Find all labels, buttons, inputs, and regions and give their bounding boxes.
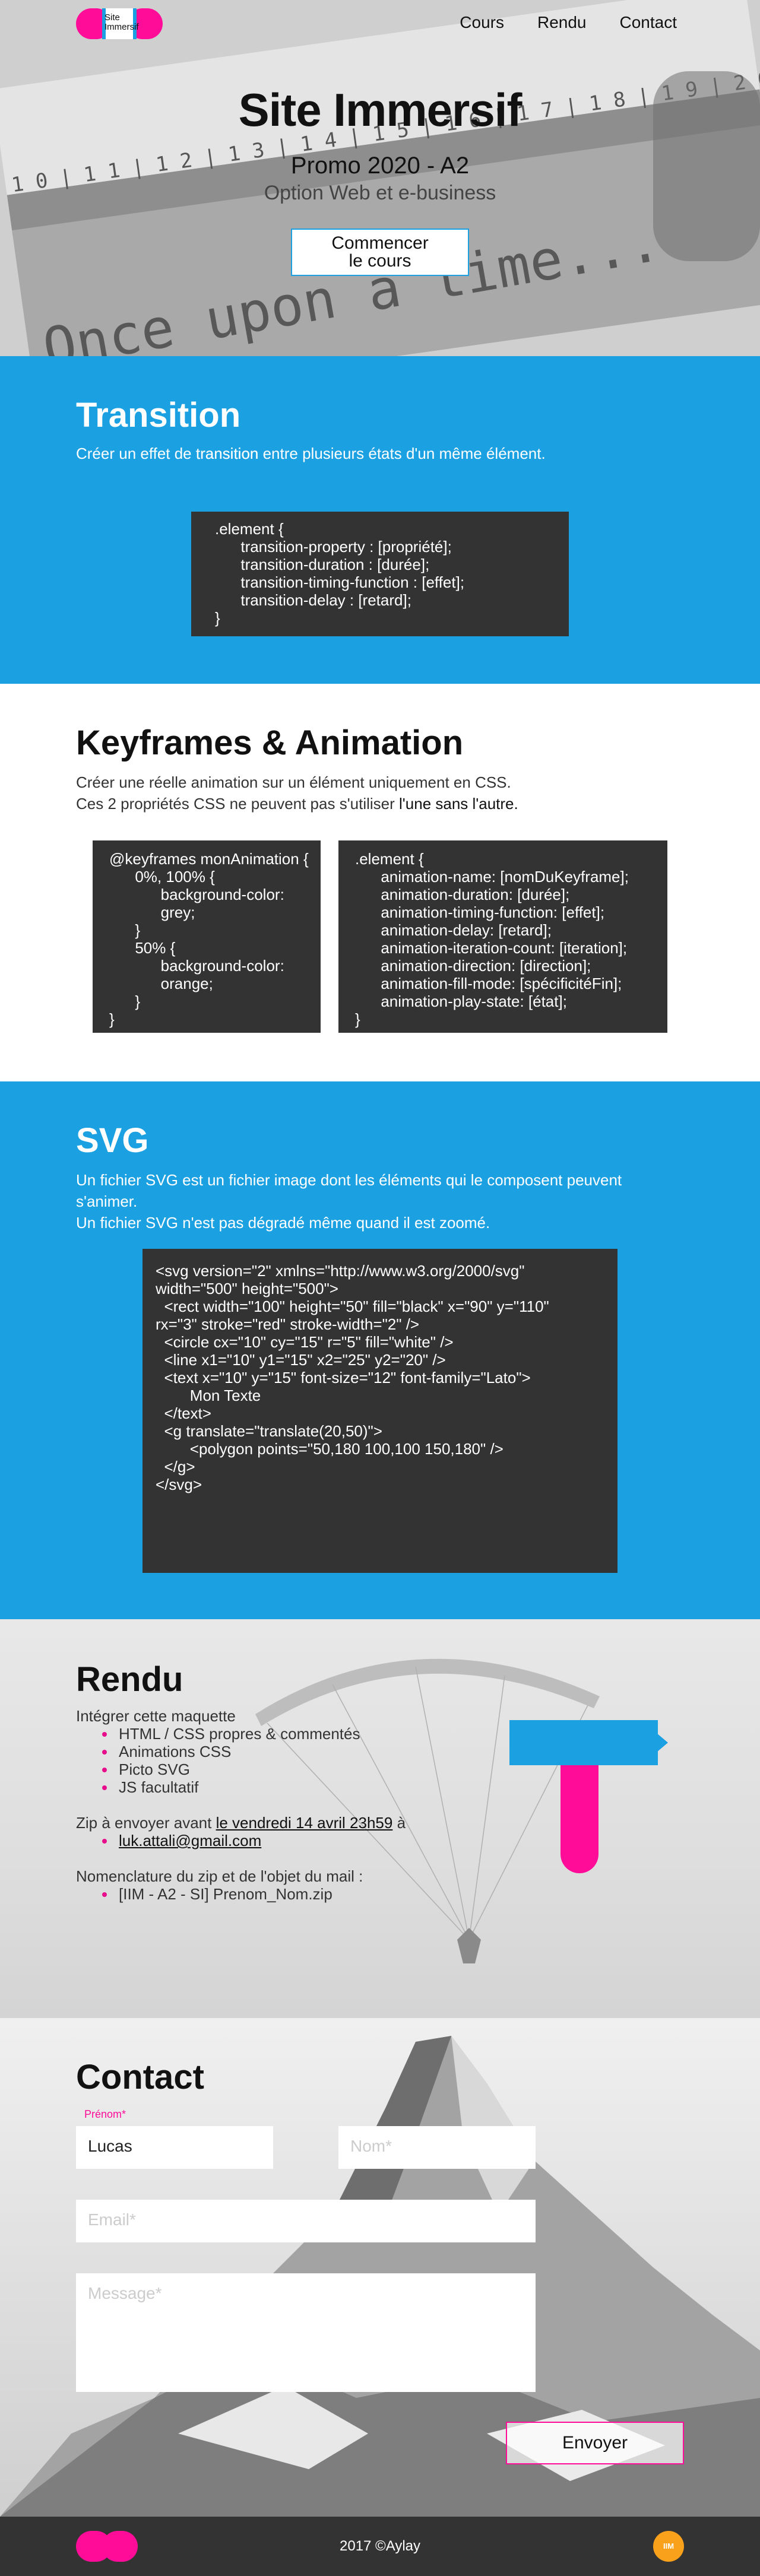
nav-menu: Cours Rendu Contact [460, 13, 677, 32]
footer: 2017 ©Aylay IIM [0, 2517, 760, 2576]
rendu-section: Rendu Intégrer cette maquette HTML / CSS… [0, 1619, 760, 2018]
keyframes-desc: Créer une réelle animation sur un élémen… [76, 773, 518, 813]
keyframes-section: Keyframes & Animation Créer une réelle a… [0, 684, 760, 1081]
top-nav: Site Immersif Cours Rendu Contact [0, 0, 760, 47]
message-field[interactable]: Message* [76, 2273, 536, 2392]
list-item: [IIM - A2 - SI] Prenom_Nom.zip [102, 1885, 406, 1903]
prenom-label: Prénom* [84, 2108, 126, 2120]
nav-item-contact[interactable]: Contact [620, 13, 677, 32]
hero-option: Option Web et e-business [264, 182, 496, 204]
list-item: JS facultatif [102, 1778, 406, 1796]
hero: 1 0 | 1 1 | 1 2 | 1 3 | 1 4 | 1 5 | 1 6 … [0, 0, 760, 356]
transition-section: Transition Créer un effet de transition … [0, 356, 760, 684]
keyframes-title: Keyframes & Animation [76, 724, 464, 762]
svg-desc: Un fichier SVG est un fichier image dont… [76, 1171, 622, 1232]
list-item: HTML / CSS propres & commentés [102, 1725, 406, 1743]
animation-code-block: .element { animation-name: [nomDuKeyfram… [338, 840, 667, 1033]
send-button[interactable]: Envoyer [506, 2422, 684, 2464]
svg-title: SVG [76, 1121, 149, 1160]
keyframes-code-block: @keyframes monAnimation { 0%, 100% { bac… [93, 840, 321, 1033]
rendu-body: Intégrer cette maquette HTML / CSS propr… [76, 1707, 406, 1903]
svg-section: SVG Un fichier SVG est un fichier image … [0, 1081, 760, 1619]
iim-badge-icon[interactable]: IIM [653, 2531, 684, 2562]
start-course-button[interactable]: Commencer le cours [291, 229, 469, 276]
transition-title: Transition [76, 396, 241, 434]
prenom-field[interactable]: Prénom* Lucas [76, 2108, 273, 2169]
list-item: Picto SVG [102, 1760, 406, 1778]
rendu-title: Rendu [76, 1660, 183, 1699]
list-item: Animations CSS [102, 1743, 406, 1760]
transition-code-block: .element { transition-property : [propri… [191, 512, 569, 636]
rendu-email-list: luk.attali@gmail.com [102, 1832, 406, 1849]
email-link[interactable]: luk.attali@gmail.com [119, 1832, 261, 1849]
contact-title: Contact [76, 2058, 204, 2096]
nav-item-cours[interactable]: Cours [460, 13, 504, 32]
hero-title: Site Immersif [238, 84, 522, 136]
rendu-nomenclature-list: [IIM - A2 - SI] Prenom_Nom.zip [102, 1885, 406, 1903]
rendu-nomenclature: Nomenclature du zip et de l'objet du mai… [76, 1867, 363, 1885]
transition-desc: Créer un effet de transition entre plusi… [76, 445, 546, 462]
email-field[interactable]: Email* [76, 2200, 536, 2242]
nom-field[interactable]: Nom* [338, 2126, 536, 2169]
hero-content: Site Immersif Promo 2020 - A2 Option Web… [0, 83, 760, 276]
footer-copyright: 2017 ©Aylay [340, 2538, 420, 2554]
contact-section: Contact Prénom* Lucas Nom* Email* Messag… [0, 2018, 760, 2517]
rendu-list: HTML / CSS propres & commentés Animation… [102, 1725, 406, 1796]
rendu-intro: Intégrer cette maquette [76, 1707, 236, 1725]
rendu-zip: Zip à envoyer avant le vendredi 14 avril… [76, 1814, 406, 1832]
nav-item-rendu[interactable]: Rendu [537, 13, 587, 32]
logo-text: Site Immersif [104, 12, 139, 32]
svg-code-block: <svg version="2" xmlns="http://www.w3.or… [142, 1249, 618, 1573]
site-logo[interactable]: Site Immersif [76, 8, 163, 39]
hero-promo: Promo 2020 - A2 [290, 153, 470, 179]
